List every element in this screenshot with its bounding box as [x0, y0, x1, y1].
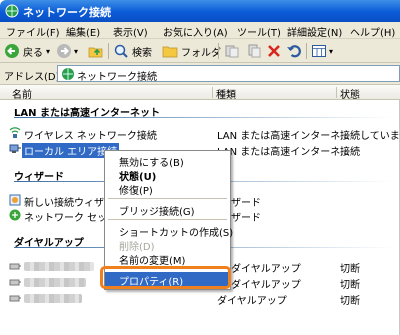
item-status: 接続していませ: [340, 131, 400, 142]
views-button[interactable]: ▾: [311, 42, 333, 60]
item-type: ダイヤルアップ: [231, 280, 301, 291]
back-arrow-icon: [5, 44, 19, 58]
item-status: 切断: [340, 264, 360, 275]
network-connections-icon: [62, 68, 74, 80]
menu-item-repair[interactable]: 修復(P): [105, 181, 230, 197]
menu-advanced[interactable]: 詳細設定(N): [287, 24, 342, 39]
wizard-icon: [9, 194, 21, 206]
copy-to-button[interactable]: [246, 42, 262, 60]
delete-button[interactable]: [266, 42, 282, 60]
highlight-ring: [100, 266, 231, 289]
back-button[interactable]: 戻る ▾: [4, 42, 50, 60]
address-label: アドレス(D): [4, 72, 60, 83]
item-status: 接続: [340, 147, 360, 158]
list-item-dialup[interactable]: ダイヤルアップ 切断: [0, 291, 400, 307]
toolbar-divider: [218, 43, 219, 59]
menu-item-create-shortcut[interactable]: ショートカットの作成(S): [105, 223, 233, 239]
wizard-icon: [9, 209, 21, 221]
menu-item-delete: 削除(D): [119, 242, 155, 253]
toolbar-divider: [108, 43, 109, 59]
item-status: 切断: [340, 280, 360, 291]
menu-bar: ファイル(F) 編集(E) 表示(V) お気に入り(A) ツール(T) 詳細設定…: [0, 22, 400, 39]
item-type: ザード: [231, 213, 261, 224]
column-type[interactable]: 種類: [216, 86, 236, 101]
explorer-window: ネットワーク接続 ファイル(F) 編集(E) 表示(V) お気に入り(A) ツー…: [0, 0, 400, 335]
undo-button[interactable]: [286, 42, 302, 60]
menu-separator: [108, 198, 227, 199]
menu-tools[interactable]: ツール(T): [237, 24, 281, 39]
search-button[interactable]: 検索: [113, 42, 152, 60]
up-folder-button[interactable]: [88, 42, 104, 60]
group-divider: [14, 117, 394, 118]
column-status[interactable]: 状態: [340, 86, 360, 101]
up-folder-icon: [88, 47, 103, 58]
menu-item-bridge[interactable]: ブリッジ接続(G): [105, 202, 230, 218]
item-type: LAN または高速インターネ...: [217, 147, 350, 158]
dialup-icon: [9, 279, 21, 286]
chevron-down-icon: ▾: [74, 46, 79, 56]
item-type: ザード: [231, 198, 261, 209]
column-divider[interactable]: [336, 87, 337, 98]
network-connections-icon: [5, 4, 19, 18]
menu-item-status[interactable]: 状態(U): [105, 167, 230, 183]
item-status: 切断: [340, 296, 360, 307]
column-divider[interactable]: [212, 87, 213, 98]
obscured-item-name: [24, 278, 86, 287]
move-to-button[interactable]: [224, 42, 240, 60]
menu-separator: [108, 219, 227, 220]
search-icon: [114, 44, 128, 58]
toolbar-divider: [306, 43, 307, 59]
menu-item-disable[interactable]: 無効にする(B): [105, 153, 230, 169]
address-value: ネットワーク接続: [77, 72, 157, 83]
title-bar[interactable]: ネットワーク接続: [0, 0, 400, 22]
views-icon: [312, 45, 326, 57]
window-title: ネットワーク接続: [23, 6, 111, 19]
delete-x-icon: [268, 45, 280, 57]
column-header-bar: 名前 種類 状態: [0, 85, 400, 101]
menu-view[interactable]: 表示(V): [113, 24, 148, 39]
obscured-item-name: [24, 294, 82, 303]
copy-to-icon: [248, 44, 261, 58]
dialup-icon: [9, 263, 21, 270]
wired-network-icon: [9, 144, 21, 153]
folders-button[interactable]: フォルダ: [162, 42, 221, 60]
undo-icon: [287, 45, 301, 58]
item-type: ダイヤルアップ: [231, 264, 301, 275]
forward-arrow-icon: [57, 44, 71, 58]
list-item-wireless[interactable]: ワイヤレス ネットワーク接続 LAN または高速インターネ... 接続していませ: [0, 126, 400, 142]
item-name: 新しい接続ウィザー: [24, 198, 114, 209]
menu-edit[interactable]: 編集(E): [66, 24, 100, 39]
obscured-item-name: [24, 262, 94, 271]
item-type: ダイヤルアップ: [217, 296, 287, 307]
move-to-icon: [225, 45, 239, 58]
chevron-down-icon: ▾: [46, 46, 51, 56]
column-name[interactable]: 名前: [12, 86, 32, 101]
item-type: LAN または高速インターネ...: [217, 131, 350, 142]
item-name: ワイヤレス ネットワーク接続: [24, 131, 157, 142]
chevron-down-icon: ▾: [329, 46, 334, 56]
folder-icon: [162, 46, 178, 58]
dialup-icon: [9, 295, 21, 302]
menu-help[interactable]: ヘルプ(H): [350, 24, 395, 39]
address-bar: アドレス(D) ネットワーク接続: [0, 63, 400, 85]
address-input[interactable]: ネットワーク接続: [57, 65, 400, 83]
menu-file[interactable]: ファイル(F): [6, 24, 60, 39]
forward-button[interactable]: ▾: [56, 42, 78, 60]
menu-favorites[interactable]: お気に入り(A): [163, 24, 228, 39]
wireless-network-icon: [9, 127, 21, 138]
menu-item-rename[interactable]: 名前の変更(M): [105, 251, 230, 267]
toolbar: 戻る ▾ ▾ 検索 フォルダ ▾: [0, 39, 400, 63]
